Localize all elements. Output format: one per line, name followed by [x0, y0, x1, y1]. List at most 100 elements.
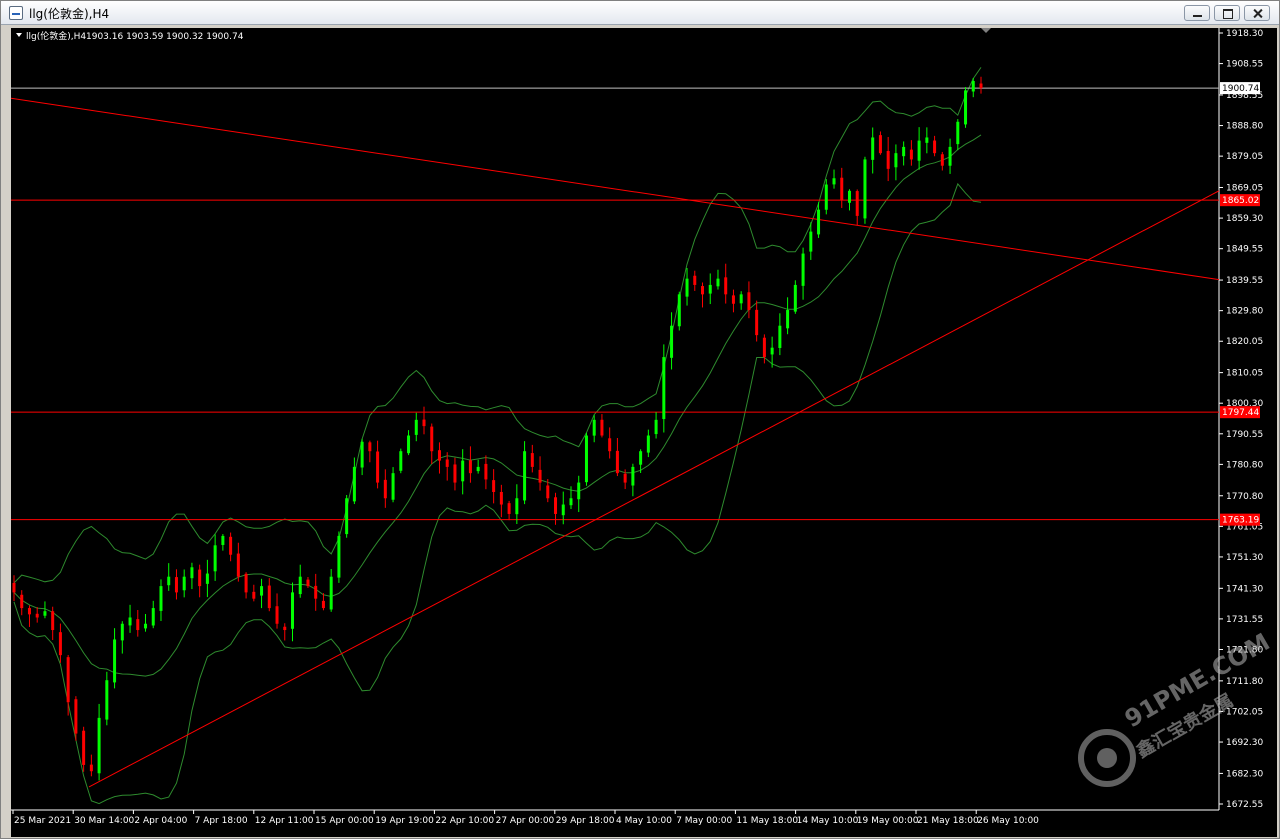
- price-tick-label: 1692.30: [1226, 738, 1263, 748]
- price-tick-label: 1918.30: [1226, 29, 1263, 39]
- candle-body: [43, 611, 47, 616]
- candle-body: [306, 579, 310, 587]
- candle-body: [345, 498, 349, 535]
- candle-body: [337, 535, 341, 578]
- candle-body: [407, 435, 411, 454]
- price-tick-label: 1829.80: [1226, 307, 1263, 317]
- candle-body: [902, 146, 906, 157]
- time-tick-label: 29 Apr 18:00: [556, 816, 615, 826]
- maximize-button[interactable]: [1214, 5, 1240, 21]
- time-tick-label: 21 May 18:00: [917, 816, 979, 826]
- candle-body: [724, 277, 728, 295]
- candle-body: [461, 460, 465, 482]
- candle-body: [12, 582, 16, 593]
- candle-body: [739, 294, 743, 304]
- candle-body: [484, 463, 488, 480]
- candle-body: [329, 576, 333, 610]
- candle-body: [840, 177, 844, 201]
- candle-body: [701, 286, 705, 295]
- candle-body: [391, 473, 395, 500]
- candle-body: [422, 419, 426, 427]
- candle-body: [468, 460, 472, 474]
- candle-body: [453, 464, 457, 483]
- candle-body: [801, 253, 805, 286]
- candle-body: [523, 451, 527, 501]
- candle-body: [314, 585, 318, 599]
- minimize-button[interactable]: [1184, 5, 1210, 21]
- candle-body: [82, 730, 86, 765]
- candle-body: [546, 485, 550, 499]
- symbol-label: llg(伦敦金),H4: [26, 30, 86, 42]
- candle-body: [608, 438, 612, 452]
- close-button[interactable]: [1244, 5, 1270, 21]
- candle-body: [190, 567, 194, 579]
- price-tick-label: 1839.55: [1226, 276, 1263, 286]
- price-tick-label: 1770.80: [1226, 492, 1263, 502]
- candle-body: [144, 623, 148, 629]
- candle-body: [561, 504, 565, 516]
- candle-body: [646, 435, 650, 453]
- price-tick-label: 1751.30: [1226, 553, 1263, 563]
- candle-body: [120, 623, 124, 641]
- candle-body: [592, 419, 596, 436]
- candle-body: [917, 140, 921, 161]
- price-tick-label: 1888.80: [1226, 122, 1263, 132]
- candle-body: [971, 81, 975, 92]
- candle-body: [940, 154, 944, 166]
- candle-body: [600, 419, 604, 436]
- price-tick-label: 1790.55: [1226, 430, 1263, 440]
- candle-body: [832, 178, 836, 185]
- candle-body: [909, 149, 913, 160]
- chart-area[interactable]: 1918.30 1908.55 1898.55 1888.80 1879.05 1869.…: [11, 28, 1277, 837]
- candle-body: [476, 466, 480, 472]
- candle-body: [66, 657, 70, 703]
- candle-body: [205, 573, 209, 584]
- price-tick-label: 1849.55: [1226, 245, 1263, 255]
- chart-window-icon: [9, 6, 23, 20]
- price-tick-label: 1879.05: [1226, 152, 1263, 162]
- candle-body: [221, 535, 225, 545]
- candle-body: [925, 137, 929, 143]
- candle-body: [793, 284, 797, 312]
- watermark-logo: 91PME.COM 鑫汇宝贵金属: [1078, 628, 1275, 787]
- trendlines: [11, 97, 1220, 788]
- candle-body: [778, 325, 782, 348]
- candle-body: [693, 275, 697, 285]
- candle-body: [817, 209, 821, 235]
- window-title: llg(伦敦金),H4: [29, 7, 110, 21]
- candle-body: [298, 576, 302, 595]
- time-tick-label: 11 May 18:00: [736, 816, 798, 826]
- title-bar[interactable]: llg(伦敦金),H4: [1, 1, 1279, 25]
- candle-body: [824, 184, 828, 210]
- candle-body: [662, 357, 666, 420]
- time-tick-label: 22 Apr 10:00: [435, 816, 494, 826]
- candle-body: [499, 491, 503, 505]
- candle-body: [786, 310, 790, 329]
- candle-body: [615, 450, 619, 474]
- candle-body: [229, 536, 233, 555]
- candle-body: [376, 451, 380, 483]
- chart-shift-marker-icon[interactable]: [981, 28, 991, 33]
- candle-body: [89, 764, 93, 772]
- candle-body: [58, 632, 62, 656]
- candle-body: [283, 626, 287, 631]
- candle-body: [654, 419, 658, 435]
- price-tick-label: 1820.05: [1226, 337, 1263, 347]
- candle-body: [716, 278, 720, 287]
- candle-body: [855, 191, 859, 216]
- price-tick-label: 1682.30: [1226, 769, 1263, 779]
- candle-body: [151, 608, 155, 626]
- candlestick-chart[interactable]: 1918.301908.551898.551888.801879.051869.…: [11, 28, 1277, 837]
- price-tick-label: 1908.55: [1226, 60, 1263, 70]
- candle-body: [685, 278, 689, 297]
- candle-body: [577, 482, 581, 500]
- resistance-trendline: [11, 97, 1220, 281]
- candle-body: [809, 231, 813, 252]
- symbol-dropdown-icon[interactable]: [16, 33, 22, 37]
- time-tick-label: 14 May 10:00: [797, 816, 859, 826]
- candle-body: [747, 292, 751, 311]
- candle-body: [492, 480, 496, 492]
- candle-body: [956, 121, 960, 145]
- candle-body: [290, 592, 294, 629]
- candle-body: [20, 594, 24, 609]
